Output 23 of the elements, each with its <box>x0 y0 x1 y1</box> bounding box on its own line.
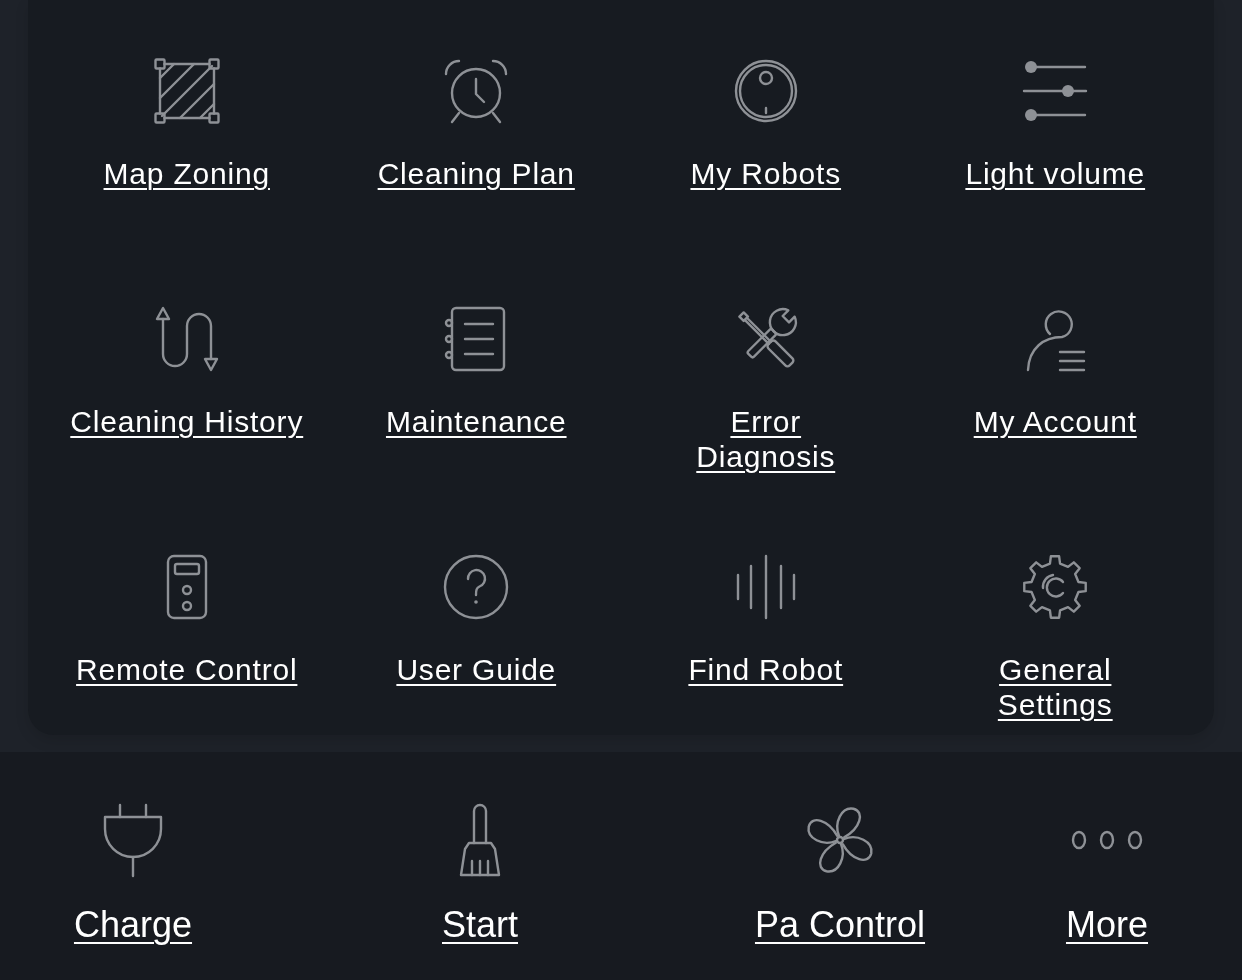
action-button[interactable]: Pa Control <box>754 803 926 947</box>
hatched-square-icon[interactable] <box>153 58 220 124</box>
sliders-icon[interactable] <box>1022 58 1089 124</box>
feature-button[interactable]: Remote Control <box>76 554 298 687</box>
feature-button[interactable]: Cleaning Plan <box>377 58 575 191</box>
feature-button[interactable]: User Guide <box>396 554 557 687</box>
feature-button[interactable]: Find Robot <box>688 554 844 687</box>
action-button[interactable]: More <box>1066 803 1148 947</box>
alarm-clock-icon[interactable] <box>443 58 510 124</box>
feature-button[interactable]: General Settings <box>997 554 1113 722</box>
feature-button[interactable]: Map Zoning <box>103 58 270 191</box>
feature-button[interactable]: My Robots <box>690 58 842 191</box>
feature-button[interactable]: Maintenance <box>385 306 567 439</box>
action-button[interactable]: Start <box>442 803 518 947</box>
feature-button[interactable]: Cleaning History <box>70 306 304 439</box>
feature-button[interactable]: Light volume <box>965 58 1146 191</box>
u-turn-arrows-icon[interactable] <box>153 306 220 372</box>
feature-button[interactable]: My Account <box>973 306 1137 439</box>
robot-vacuum-icon[interactable] <box>732 58 799 124</box>
feature-button[interactable]: Error Diagnosis <box>696 306 836 474</box>
action-button[interactable]: Charge <box>73 803 193 947</box>
settings-icon[interactable] <box>1022 554 1089 620</box>
help-icon[interactable] <box>443 554 510 620</box>
